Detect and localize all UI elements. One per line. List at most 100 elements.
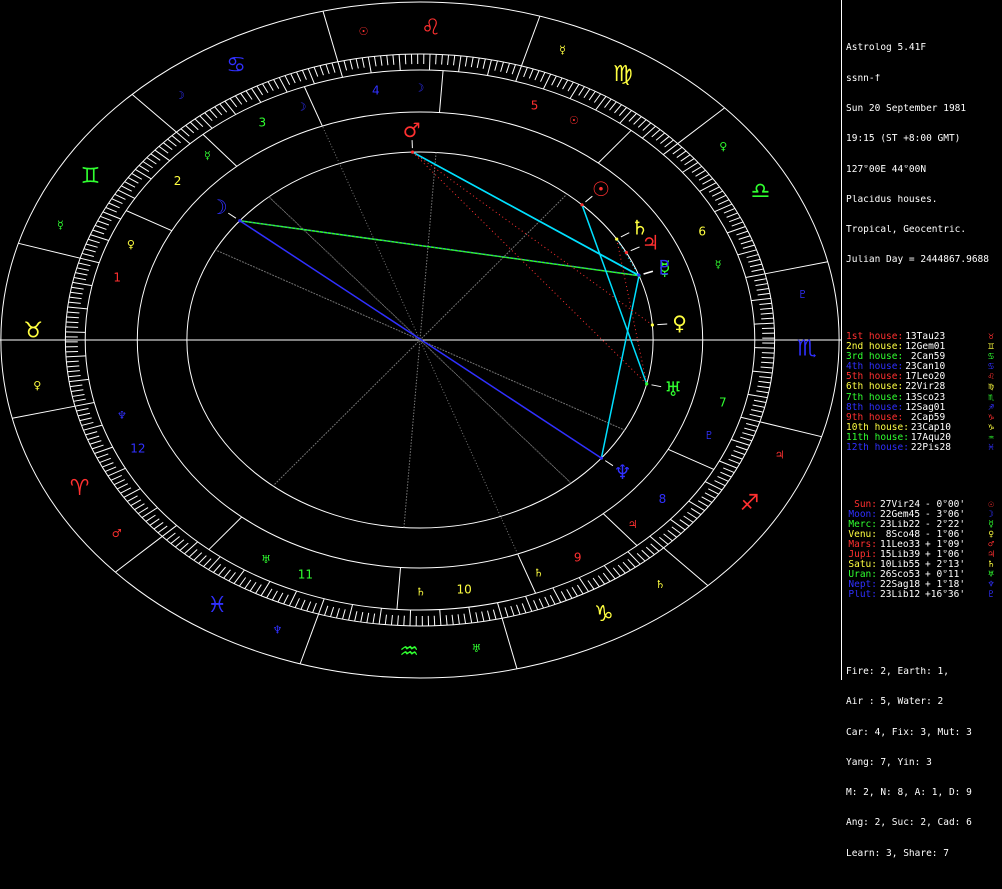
stat-line: Car: 4, Fix: 3, Mut: 3	[846, 728, 1000, 738]
degree-tick	[727, 227, 745, 233]
planet-label: Nept:	[846, 580, 877, 590]
sign-icon: ♐	[988, 403, 994, 413]
house-row-12: 12th house:22Pis28♓	[846, 443, 1000, 453]
degree-tick	[393, 55, 394, 65]
degree-tick	[729, 459, 740, 463]
planet-icon: ☉	[988, 500, 994, 510]
planet-value: 27Vir24	[880, 500, 920, 510]
degree-tick	[715, 481, 726, 486]
zodiac-sign-icon: ♐	[740, 491, 760, 516]
planet-velocity: - 3°06'	[925, 510, 965, 520]
house-row-11: 11th house:17Aqu20♒	[846, 433, 1000, 443]
degree-tick	[131, 500, 141, 506]
degree-tick	[736, 446, 747, 450]
degree-tick	[677, 151, 686, 158]
house-number: 6	[698, 225, 706, 239]
degree-tick	[92, 445, 103, 449]
degree-tick	[75, 273, 87, 275]
degree-tick	[594, 94, 600, 103]
degree-tick	[692, 166, 702, 172]
degree-tick	[568, 82, 573, 91]
zodiac-sign-icon: ♈	[70, 476, 90, 501]
planet-value: 8Sco48	[880, 530, 920, 540]
degree-tick	[670, 519, 685, 530]
degree-tick	[646, 547, 654, 555]
degree-tick	[753, 405, 765, 407]
degree-tick	[736, 231, 747, 235]
degree-tick	[158, 526, 167, 533]
house-ruler-icon: ♅	[261, 553, 271, 566]
degree-tick	[442, 55, 443, 65]
sign-icon: ♍	[988, 382, 994, 392]
degree-tick	[534, 600, 538, 609]
degree-tick	[142, 508, 158, 518]
degree-tick	[482, 611, 484, 621]
house-value: 22Vir28	[905, 382, 945, 392]
degree-tick	[609, 102, 616, 110]
degree-tick	[330, 607, 333, 617]
degree-tick	[567, 589, 572, 598]
house-row-3: 3rd house: 2Can59♋	[846, 352, 1000, 362]
degree-tick	[729, 217, 740, 221]
planet-leader	[652, 385, 662, 387]
degree-tick	[723, 468, 734, 473]
sign-divider	[132, 94, 176, 132]
degree-tick	[121, 488, 131, 493]
degree-tick	[638, 120, 646, 128]
degree-tick	[563, 80, 568, 89]
house-ruler-icon: ☽	[414, 82, 424, 95]
planet-dot	[637, 274, 640, 277]
degree-tick	[267, 589, 272, 598]
house-row-9: 9th house: 2Cap59♑	[846, 413, 1000, 423]
degree-tick	[708, 489, 718, 494]
chart-name: ssnn-f	[846, 74, 1000, 84]
degree-tick	[71, 287, 83, 289]
stat-line: Learn: 3, Share: 7	[846, 849, 1000, 859]
degree-tick	[522, 603, 526, 613]
sign-icon: ♋	[988, 362, 994, 372]
degree-tick	[623, 562, 630, 570]
house-value: 23Cap10	[911, 423, 951, 433]
degree-tick	[186, 125, 194, 133]
degree-tick	[349, 604, 353, 620]
planet-icon: ♇	[988, 590, 994, 600]
degree-tick	[213, 564, 220, 572]
planet-dot	[651, 323, 654, 326]
chart-location: 127°00E 44°00N	[846, 165, 1000, 175]
stat-line: Air : 5, Water: 2	[846, 697, 1000, 707]
degree-tick	[220, 104, 227, 112]
house-label: 3rd house:	[846, 352, 903, 362]
planet-row: Venu: 8Sco48- 1°06'♀	[846, 530, 1000, 540]
sign-icon: ♒	[988, 433, 994, 443]
degree-tick	[308, 69, 314, 84]
degree-tick	[405, 54, 406, 64]
planet-velocity: + 0°11'	[925, 570, 965, 580]
stat-line: Fire: 2, Earth: 1,	[846, 667, 1000, 677]
degree-tick	[561, 591, 566, 600]
degree-tick	[246, 91, 252, 100]
degree-tick	[742, 433, 754, 436]
degree-tick	[471, 57, 473, 67]
house-label: 9th house:	[846, 413, 903, 423]
degree-tick	[613, 568, 620, 576]
degree-tick	[761, 362, 773, 363]
planet-icon: ♃	[988, 550, 994, 560]
sign-divider	[664, 548, 708, 586]
degree-tick	[550, 595, 555, 604]
degree-tick	[132, 173, 142, 179]
planet-label: Uran:	[846, 570, 877, 580]
house-number: 3	[259, 115, 267, 129]
degree-tick	[90, 441, 102, 445]
house-value: 12Gem01	[905, 342, 945, 352]
degree-tick	[589, 91, 595, 100]
house-label: 8th house:	[846, 403, 903, 413]
planet-dot	[600, 457, 603, 460]
degree-tick	[689, 501, 705, 511]
degree-tick	[501, 62, 504, 72]
degree-tick	[429, 54, 430, 70]
degree-tick	[155, 150, 170, 161]
degree-tick	[543, 74, 550, 89]
degree-tick	[702, 497, 712, 503]
house-value: 17Leo20	[905, 372, 945, 382]
degree-tick	[598, 576, 604, 585]
